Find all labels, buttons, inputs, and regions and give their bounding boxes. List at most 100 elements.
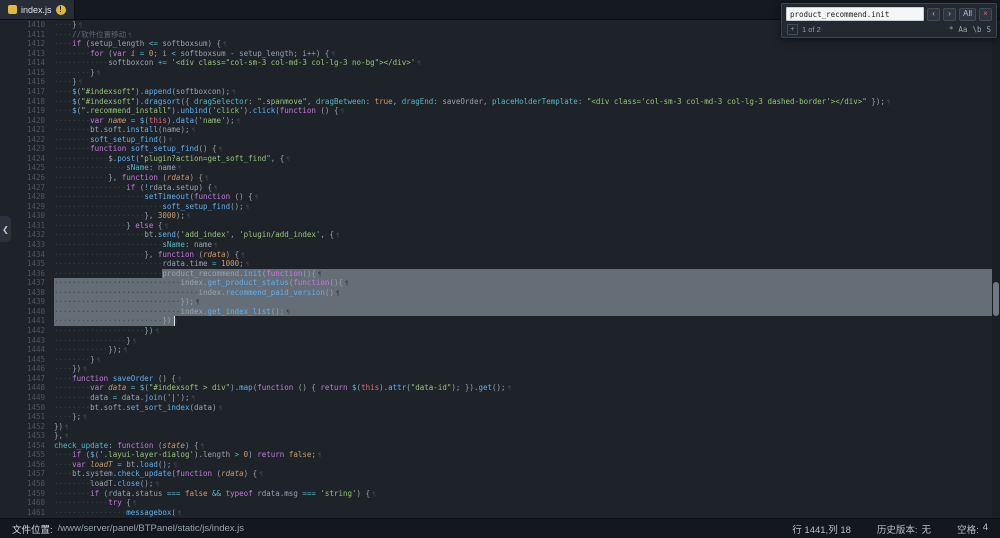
history-version[interactable]: 历史版本: 无 [877,522,931,536]
search-case-toggle[interactable]: Aa [958,25,967,34]
code-line[interactable]: 1439····························}); [0,297,1000,307]
code-line[interactable]: 1458········loadT.close(); [0,479,1000,489]
indent-spaces[interactable]: 空格: 4 [957,522,988,536]
line-number: 1423 [0,144,54,154]
panel-collapse-button[interactable]: ❮ [0,216,11,242]
indent-whitespace: ················ [54,183,126,192]
tab-label: index.js [21,5,52,15]
code-line[interactable]: 1417····$("#indexsoft").append(softboxco… [0,87,1000,97]
search-word-toggle[interactable]: \b [972,25,981,34]
code-line[interactable]: 1434····················}, function (rda… [0,250,1000,260]
indent-whitespace: ········ [54,403,90,412]
search-close-icon[interactable]: × [979,8,992,21]
code-line[interactable]: 1432····················bt.send('add_ind… [0,230,1000,240]
code-line[interactable]: 1452}) [0,422,1000,432]
search-regex-toggle[interactable]: * [949,25,954,34]
line-number: 1412 [0,39,54,49]
code-line[interactable]: 1436························product_reco… [0,269,1000,279]
code-line[interactable]: 1418····$("#indexsoft").dragsort({ dragS… [0,97,1000,107]
code-line[interactable]: 1416····} [0,77,1000,87]
line-number: 1450 [0,403,54,413]
code-line[interactable]: 1455····if ($('.layui-layer-dialog').len… [0,450,1000,460]
code-line[interactable]: 1450········bt.soft.set_sort_index(data) [0,403,1000,413]
code-line[interactable]: 1438································inde… [0,288,1000,298]
scrollbar-thumb[interactable] [993,282,999,316]
indent-whitespace: ············ [54,498,108,507]
line-number: 1410 [0,20,54,30]
search-prev-button[interactable]: ‹ [927,8,940,21]
code-line[interactable]: 1420········var name = $(this).data('nam… [0,116,1000,126]
code-line[interactable]: 1424············$.post("plugin?action=ge… [0,154,1000,164]
code-line[interactable]: 1437····························index.ge… [0,278,1000,288]
code-editor[interactable]: 1410····}1411····//软件位置移动1412····if (set… [0,20,1000,518]
code-line[interactable]: 1429························soft_setup_f… [0,202,1000,212]
search-next-button[interactable]: › [943,8,956,21]
search-selection-toggle[interactable]: S [986,25,991,34]
indent-whitespace: ···· [54,106,72,115]
code-line[interactable]: 1435························rdata.time =… [0,259,1000,269]
code-line[interactable]: 1447····function saveOrder () { [0,374,1000,384]
code-line[interactable]: 1444············}); [0,345,1000,355]
indent-whitespace: ········ [54,144,90,153]
indent-whitespace: ················ [54,221,126,230]
code-line[interactable]: 1440····························index.ge… [0,307,1000,317]
search-expand-replace-button[interactable]: + [787,24,798,35]
line-number: 1438 [0,288,54,298]
code-line[interactable]: 1414············softboxcon += '<div clas… [0,58,1000,68]
line-number: 1427 [0,183,54,193]
code-line[interactable]: 1413········for (var i = 0; i < softboxs… [0,49,1000,59]
code-line[interactable]: 1412····if (setup_length <= softboxsum) … [0,39,1000,49]
indent-whitespace: ························ [54,202,162,211]
search-panel: ‹ › All × + 1 of 2 * Aa \b S [781,3,997,38]
code-line[interactable]: 1453}, [0,431,1000,441]
code-line[interactable]: 1448········var data = $("#indexsoft > d… [0,383,1000,393]
line-number: 1420 [0,116,54,126]
indent-whitespace: ···· [54,460,72,469]
code-line[interactable]: 1426············}, function (rdata) { [0,173,1000,183]
unsaved-changes-icon: ! [56,5,66,15]
line-number: 1458 [0,479,54,489]
code-line[interactable]: 1421········bt.soft.install(name); [0,125,1000,135]
file-path: /www/server/panel/BTPanel/static/js/inde… [58,523,244,534]
code-line[interactable]: 1456····var loadT = bt.load(); [0,460,1000,470]
code-line[interactable]: 1423········function soft_setup_find() { [0,144,1000,154]
code-line[interactable]: 1427················if (!rdata.setup) { [0,183,1000,193]
line-number: 1442 [0,326,54,336]
code-line[interactable]: 1454check_update: function (state) { [0,441,1000,451]
code-line[interactable]: 1443················} [0,336,1000,346]
code-line[interactable]: 1445········} [0,355,1000,365]
code-line[interactable]: 1441························}) [0,316,1000,326]
line-number: 1445 [0,355,54,365]
code-line[interactable]: 1449········data = data.join('|'); [0,393,1000,403]
code-line[interactable]: 1428····················setTimeout(funct… [0,192,1000,202]
code-line[interactable]: 1459········if (rdata.status === false &… [0,489,1000,499]
tab-index-js[interactable]: index.js ! [0,0,75,19]
code-line[interactable]: 1415········} [0,68,1000,78]
indent-whitespace: ···· [54,412,72,421]
code-line[interactable]: 1422········soft_setup_find() [0,135,1000,145]
code-line[interactable]: 1460············try { [0,498,1000,508]
code-line[interactable]: 1457····bt.system.check_update(function … [0,469,1000,479]
line-number: 1457 [0,469,54,479]
code-line[interactable]: 1430····················}, 3000); [0,211,1000,221]
scrollbar[interactable] [992,20,1000,518]
indent-whitespace: ············ [54,173,108,182]
indent-whitespace: ················ [54,508,126,517]
code-line[interactable]: 1431················} else { [0,221,1000,231]
code-line[interactable]: 1433························sName: name [0,240,1000,250]
line-number: 1460 [0,498,54,508]
code-line[interactable]: 1461················messagebox( [0,508,1000,518]
indent-whitespace: ············ [54,58,108,67]
code-line[interactable]: 1442····················}) [0,326,1000,336]
code-line[interactable]: 1446····}) [0,364,1000,374]
text-selection [54,297,995,307]
code-line[interactable]: 1419····$(".recommend_install").unbind('… [0,106,1000,116]
cursor-position: 行 1441,列 18 [792,522,851,536]
search-all-button[interactable]: All [959,8,976,21]
history-label: 历史版本: [877,522,918,536]
indent-whitespace: ···················· [54,230,144,239]
code-line[interactable]: 1425················sName: name [0,163,1000,173]
code-line[interactable]: 1451····}; [0,412,1000,422]
search-match-count: 1 of 2 [802,25,821,34]
search-input[interactable] [786,7,924,21]
